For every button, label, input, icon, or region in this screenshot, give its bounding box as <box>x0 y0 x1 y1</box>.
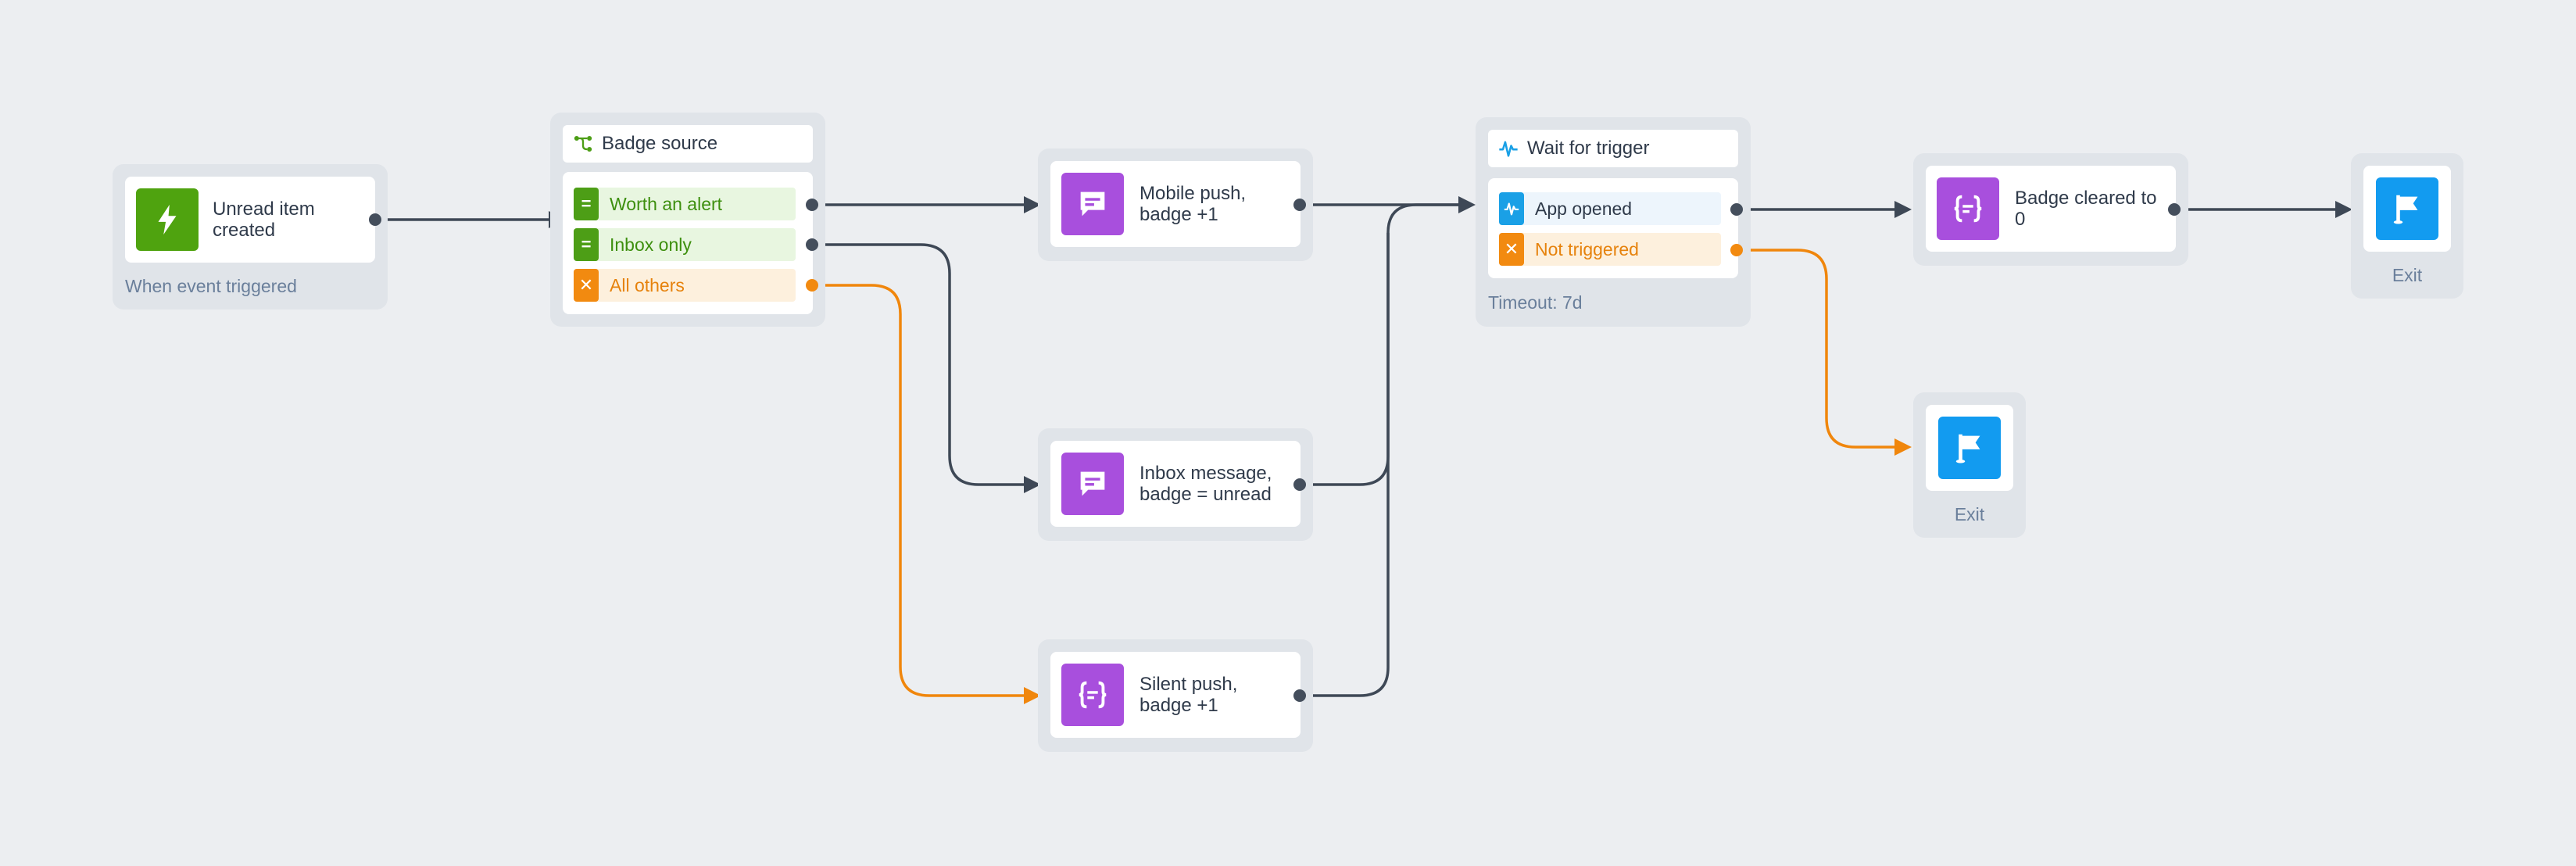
connector-inbox-message-to-wait <box>1300 203 1458 486</box>
branch-app-opened-label: App opened <box>1535 198 1633 219</box>
wait-header: Wait for trigger <box>1488 130 1738 167</box>
wait-subtitle: Timeout: 7d <box>1488 292 1583 313</box>
flag-icon <box>2393 195 2418 224</box>
node-badge-cleared-label: Badge cleared to 0 <box>2015 188 2157 230</box>
x-icon: ✕ <box>574 269 599 302</box>
node-badge-cleared[interactable]: Badge cleared to 0 <box>1913 153 2188 266</box>
code-tile <box>1937 177 1999 240</box>
branch-worth-an-alert-port[interactable] <box>806 199 818 211</box>
node-mobile-push-output-port[interactable] <box>1293 199 1306 211</box>
equals-icon: = <box>574 228 599 261</box>
branch-all-others-port[interactable] <box>806 279 818 292</box>
equals-icon: = <box>574 188 599 220</box>
branch-worth-an-alert-label: Worth an alert <box>610 193 723 214</box>
node-start-card[interactable]: Unread item created <box>125 177 375 263</box>
node-badge-source[interactable]: Badge source = Worth an alert = Inbox on… <box>550 113 825 327</box>
node-silent-push-label: Silent push, badge +1 <box>1140 674 1238 716</box>
node-inbox-message[interactable]: Inbox message, badge = unread <box>1038 428 1313 541</box>
node-start-subtitle: When event triggered <box>125 276 297 296</box>
branch-not-triggered[interactable]: ✕ Not triggered <box>1499 233 1721 266</box>
node-exit-main-label: Exit <box>2392 265 2423 285</box>
branch-not-triggered-port[interactable] <box>1730 244 1743 256</box>
flag-icon <box>1955 434 1980 463</box>
node-badge-cleared-card[interactable]: Badge cleared to 0 <box>1926 166 2176 252</box>
node-badge-cleared-output-port[interactable] <box>2168 203 2181 216</box>
badge-source-branches: = Worth an alert = Inbox only ✕ All othe… <box>563 172 813 314</box>
node-exit-alt-card[interactable] <box>1926 405 2013 491</box>
exit-tile <box>1938 417 2001 479</box>
branch-all-others-label: All others <box>610 274 685 295</box>
badge-source-title: Badge source <box>602 133 718 154</box>
branch-app-opened[interactable]: App opened <box>1499 192 1721 225</box>
badge-source-header: Badge source <box>563 125 813 163</box>
message-tile <box>1061 453 1124 515</box>
branch-worth-an-alert[interactable]: = Worth an alert <box>574 188 796 220</box>
branch-icon <box>572 133 594 155</box>
wait-title: Wait for trigger <box>1527 138 1650 159</box>
node-mobile-push-label: Mobile push, badge +1 <box>1140 183 1247 225</box>
wait-branches: App opened ✕ Not triggered <box>1488 178 1738 278</box>
branch-inbox-only[interactable]: = Inbox only <box>574 228 796 261</box>
node-inbox-message-output-port[interactable] <box>1293 478 1306 491</box>
pulse-icon <box>1499 192 1524 225</box>
node-silent-push[interactable]: Silent push, badge +1 <box>1038 639 1313 752</box>
node-silent-push-card[interactable]: Silent push, badge +1 <box>1050 652 1301 738</box>
code-braces-icon <box>1079 681 1107 709</box>
node-exit-alt[interactable]: Exit <box>1913 392 2026 538</box>
node-mobile-push-card[interactable]: Mobile push, badge +1 <box>1050 161 1301 247</box>
node-start[interactable]: Unread item created When event triggered <box>113 164 388 310</box>
branch-not-triggered-label: Not triggered <box>1535 238 1639 259</box>
connector-others-to-silent-push <box>812 284 1024 697</box>
node-start-output-port[interactable] <box>369 213 381 226</box>
node-mobile-push[interactable]: Mobile push, badge +1 <box>1038 149 1313 261</box>
branch-inbox-only-port[interactable] <box>806 238 818 251</box>
node-exit-alt-label: Exit <box>1954 504 1985 524</box>
node-wait-for-trigger[interactable]: Wait for trigger App opened ✕ Not trigge… <box>1476 117 1751 327</box>
branch-inbox-only-label: Inbox only <box>610 234 692 255</box>
node-inbox-message-card[interactable]: Inbox message, badge = unread <box>1050 441 1301 527</box>
trigger-tile <box>136 188 199 251</box>
branch-all-others[interactable]: ✕ All others <box>574 269 796 302</box>
node-silent-push-output-port[interactable] <box>1293 689 1306 702</box>
chat-icon <box>1080 471 1105 496</box>
node-exit-main[interactable]: Exit <box>2351 153 2463 299</box>
branch-app-opened-port[interactable] <box>1730 203 1743 216</box>
message-tile <box>1061 173 1124 235</box>
node-start-label: Unread item created <box>213 199 315 241</box>
node-exit-main-card[interactable] <box>2363 166 2451 252</box>
x-icon: ✕ <box>1499 233 1524 266</box>
workflow-canvas: Unread item created When event triggered… <box>0 0 2576 866</box>
node-inbox-message-label: Inbox message, badge = unread <box>1140 463 1272 505</box>
code-tile <box>1061 664 1124 726</box>
code-braces-icon <box>1954 195 1982 223</box>
connector-inbox-to-inbox-message <box>812 243 1024 486</box>
connector-not-triggered-to-exit <box>1737 249 1894 449</box>
exit-tile <box>2376 177 2438 240</box>
lightning-icon <box>158 204 177 235</box>
chat-icon <box>1080 191 1105 216</box>
pulse-icon <box>1497 138 1519 159</box>
